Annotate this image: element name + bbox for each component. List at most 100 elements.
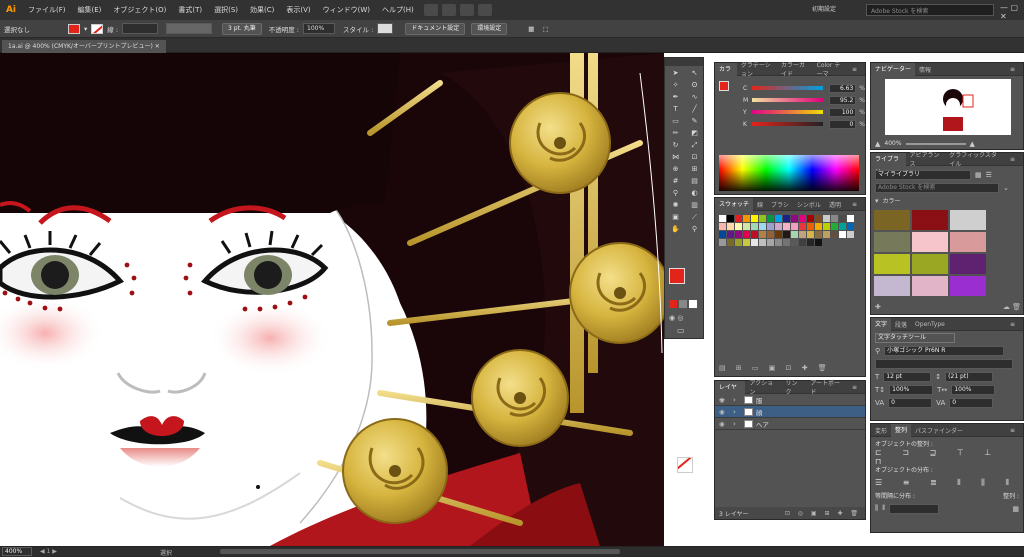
- tab-artboards[interactable]: アートボード: [806, 378, 848, 396]
- swatch-chip[interactable]: [775, 231, 782, 238]
- font-style-dropdown[interactable]: [875, 358, 1013, 369]
- expand-arrow-icon[interactable]: ›: [733, 420, 736, 428]
- visibility-eye-icon[interactable]: ◉: [719, 396, 727, 404]
- swatch-chip[interactable]: [751, 223, 758, 230]
- transform-icon[interactable]: ⬚: [542, 25, 548, 33]
- tab-gradient[interactable]: グラデーション: [737, 60, 777, 78]
- swatch-chip[interactable]: [831, 223, 838, 230]
- library-color-chip[interactable]: [950, 232, 986, 252]
- gradient-tool-icon[interactable]: ▤: [686, 176, 703, 187]
- library-color-chip[interactable]: [912, 232, 948, 252]
- swatch-chip[interactable]: [767, 223, 774, 230]
- distribute-vertical-space-icon[interactable]: ⫼: [875, 504, 878, 513]
- curvature-tool-icon[interactable]: ∿: [686, 92, 703, 103]
- swatch-chip[interactable]: [807, 223, 814, 230]
- swatch-chip[interactable]: [815, 239, 822, 246]
- swatch-chip[interactable]: [743, 231, 750, 238]
- swatch-chip[interactable]: [719, 215, 726, 222]
- artboard-nav[interactable]: ◀ 1 ▶: [40, 548, 57, 555]
- swatch-chip[interactable]: [719, 231, 726, 238]
- layer-row[interactable]: ◉ › ヘア: [715, 418, 865, 430]
- swatch-chip[interactable]: [807, 215, 814, 222]
- menu-view[interactable]: 表示(V): [280, 5, 316, 15]
- swatch-chip[interactable]: [783, 215, 790, 222]
- swatch-chip[interactable]: [799, 231, 806, 238]
- swatch-chip[interactable]: [791, 239, 798, 246]
- stroke-weight-field[interactable]: [122, 23, 159, 34]
- swatch-chip[interactable]: [799, 215, 806, 222]
- swatch-chip[interactable]: [831, 231, 838, 238]
- line-tool-icon[interactable]: ╱: [686, 104, 703, 115]
- swatch-chip[interactable]: [847, 215, 854, 222]
- swatch-chip[interactable]: [767, 231, 774, 238]
- fill-dropdown-icon[interactable]: ▾: [84, 25, 87, 33]
- brush-dropdown[interactable]: 3 pt. 丸筆: [222, 22, 262, 35]
- swatch-chip[interactable]: [751, 239, 758, 246]
- window-controls[interactable]: — ▢ ✕: [1000, 3, 1024, 21]
- screen-mode-icon[interactable]: ▭: [677, 326, 685, 335]
- distribute-buttons-row[interactable]: ☰ ≡ ≣ ⫴ ⫼ ⦀: [871, 476, 1023, 489]
- selection-tool-icon[interactable]: ➤: [667, 68, 684, 79]
- library-color-chip[interactable]: [874, 232, 910, 252]
- leading-field[interactable]: (21 pt): [945, 371, 994, 382]
- swatch-chip[interactable]: [799, 239, 806, 246]
- tracking-field[interactable]: 0: [949, 397, 994, 408]
- black-slider-row[interactable]: K 0 %: [715, 118, 865, 130]
- eyedropper-icon[interactable]: ⚲: [667, 188, 684, 199]
- tab-actions[interactable]: アクション: [745, 378, 781, 396]
- gpu-icon[interactable]: [477, 4, 492, 16]
- yellow-slider-row[interactable]: Y 100 %: [715, 106, 865, 118]
- library-color-chip[interactable]: [950, 254, 986, 274]
- pen-tool-icon[interactable]: ✒: [667, 92, 684, 103]
- swatch-chip[interactable]: [767, 239, 774, 246]
- visibility-eye-icon[interactable]: ◉: [719, 420, 727, 428]
- artboard-tool-icon[interactable]: ▣: [667, 212, 684, 223]
- lasso-icon[interactable]: ʘ: [686, 80, 703, 91]
- stroke-color-box[interactable]: [677, 457, 693, 473]
- library-search-input[interactable]: Adobe Stock を検索: [875, 182, 999, 193]
- swatch-chip[interactable]: [775, 223, 782, 230]
- swatch-chip[interactable]: [791, 215, 798, 222]
- tab-stroke[interactable]: 線: [753, 200, 767, 209]
- library-color-chip[interactable]: [874, 254, 910, 274]
- swatch-chip[interactable]: [775, 215, 782, 222]
- align-buttons-row[interactable]: ⊏ ⊐ ⊒ ⊤ ⊥ ⊓: [871, 448, 1023, 466]
- status-zoom-field[interactable]: 400%: [2, 547, 32, 556]
- swatch-chip[interactable]: [735, 215, 742, 222]
- workspace-switcher[interactable]: 初期設定: [812, 4, 836, 13]
- stock-search-input[interactable]: Adobe Stock を検索: [866, 4, 994, 16]
- swatch-chip[interactable]: [751, 215, 758, 222]
- type-tool-icon[interactable]: T: [667, 104, 684, 115]
- library-color-grid[interactable]: [871, 207, 1023, 299]
- yellow-value[interactable]: 100: [829, 107, 857, 117]
- tab-paragraph[interactable]: 段落: [891, 320, 911, 329]
- tab-symbols[interactable]: シンボル: [793, 200, 825, 209]
- document-tab[interactable]: 1a.ai @ 400% (CMYK/オーバープリントプレビュー) ✕: [2, 40, 166, 53]
- swatch-chip[interactable]: [727, 231, 734, 238]
- swatch-chip[interactable]: [743, 215, 750, 222]
- document-settings-button[interactable]: ドキュメント設定: [405, 22, 466, 35]
- library-color-chip[interactable]: [912, 276, 948, 296]
- cyan-slider-row[interactable]: C 6.63 %: [715, 82, 865, 94]
- panel-menu-icon[interactable]: ≡: [848, 66, 861, 73]
- arrange-icon[interactable]: ▦: [528, 25, 534, 33]
- eraser-icon[interactable]: ◩: [686, 128, 703, 139]
- swatch-chip[interactable]: [823, 223, 830, 230]
- swatch-chip[interactable]: [735, 223, 742, 230]
- shape-builder-icon[interactable]: ⊕: [667, 164, 684, 175]
- stroke-swatch[interactable]: [91, 23, 104, 34]
- stock-icon[interactable]: [441, 4, 456, 16]
- width-tool-icon[interactable]: ⋈: [667, 152, 684, 163]
- paintbrush-icon[interactable]: ✎: [686, 116, 703, 127]
- tab-pathfinder[interactable]: パスファインダー: [911, 426, 967, 435]
- preferences-button[interactable]: 環境設定: [471, 22, 508, 35]
- swatch-chip[interactable]: [807, 239, 814, 246]
- swatch-chip[interactable]: [719, 239, 726, 246]
- swatch-chip[interactable]: [743, 223, 750, 230]
- swatch-chip[interactable]: [847, 231, 854, 238]
- rectangle-tool-icon[interactable]: ▭: [667, 116, 684, 127]
- mesh-tool-icon[interactable]: #: [667, 176, 684, 187]
- tab-layers[interactable]: レイヤー: [715, 380, 746, 404]
- search-options-icon[interactable]: ⌄: [1003, 184, 1009, 192]
- tab-links[interactable]: リンク: [781, 378, 806, 396]
